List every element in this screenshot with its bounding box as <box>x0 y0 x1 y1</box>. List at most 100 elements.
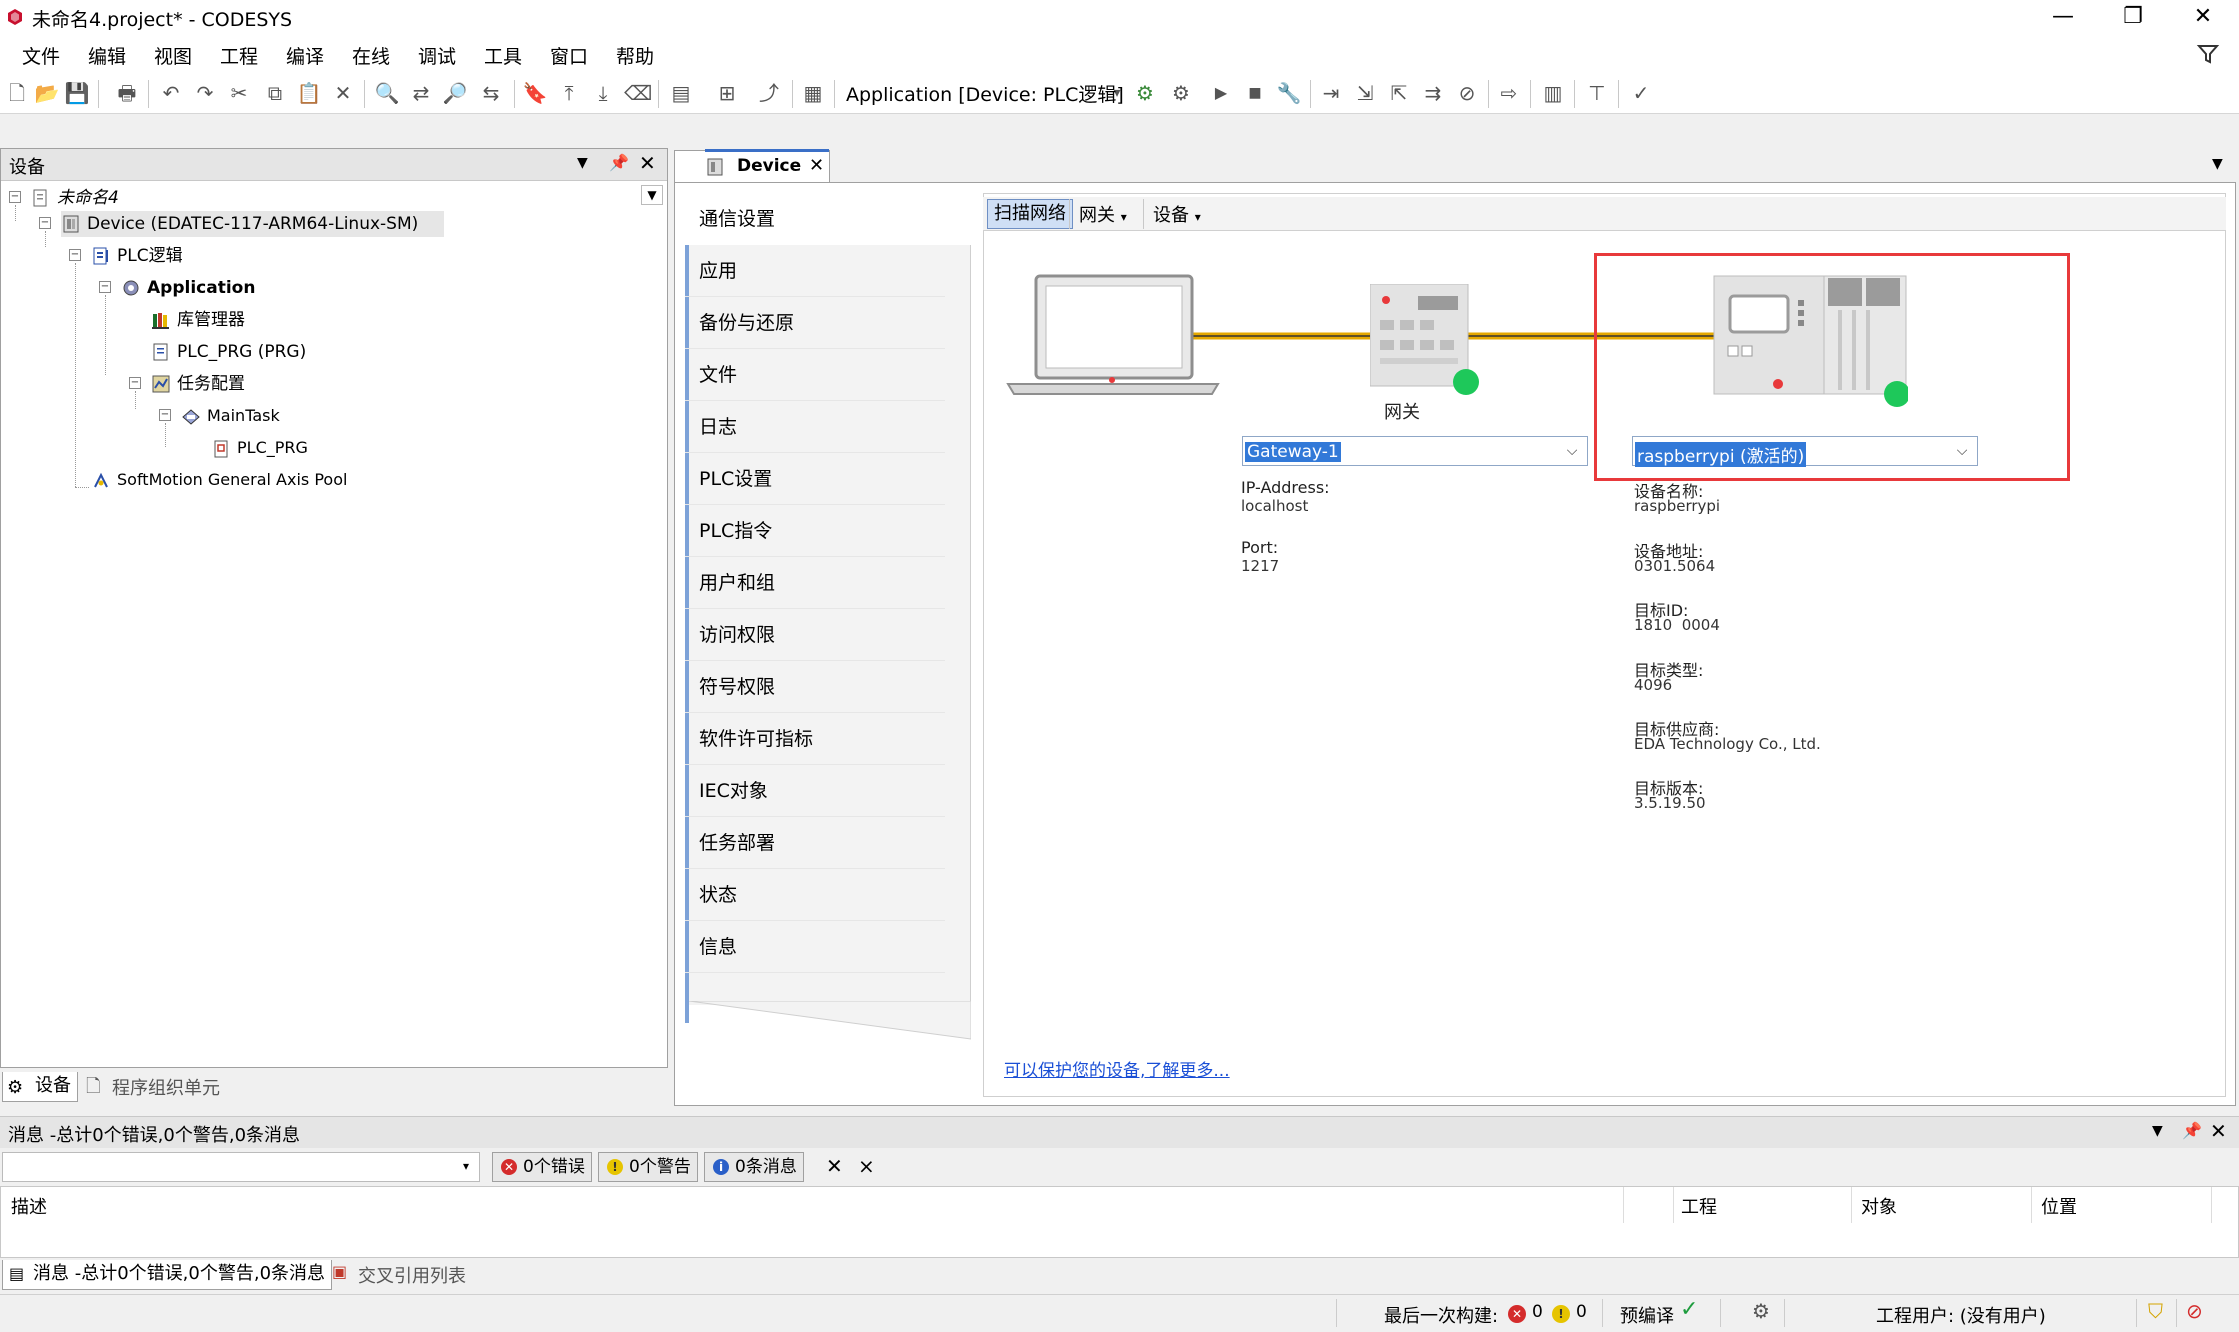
logout-icon[interactable]: ⚙ <box>1168 80 1194 106</box>
active-application-selector[interactable]: Application [Device: PLC逻辑] <box>846 80 1124 107</box>
nav-files[interactable]: 文件 <box>685 349 945 401</box>
cut-icon[interactable]: ✂ <box>226 80 252 106</box>
build-icon[interactable]: ▤ <box>668 80 694 106</box>
nav-applications[interactable]: 应用 <box>685 245 945 297</box>
bookmark-icon[interactable]: 🔖 <box>522 80 548 106</box>
connection-off-icon[interactable]: ⊘ <box>2186 1299 2203 1323</box>
protect-device-link[interactable]: 可以保护您的设备,了解更多... <box>1004 1056 1230 1081</box>
nav-symbol-rights[interactable]: 符号权限 <box>685 661 945 713</box>
menu-debug[interactable]: 调试 <box>418 42 456 69</box>
step-over-icon[interactable]: ⇥ <box>1318 80 1344 106</box>
filter-icon[interactable] <box>2196 42 2220 66</box>
close-window-button[interactable]: ✕ <box>2168 0 2238 36</box>
device-menu-button[interactable]: 设备 ▾ <box>1153 201 1201 227</box>
clear-all-icon[interactable]: ⨯ <box>858 1154 875 1178</box>
login-icon[interactable]: ⚙ <box>1132 80 1158 106</box>
tree-library-manager[interactable]: 库管理器 <box>151 307 245 333</box>
tab-cross-reference[interactable]: ▣ 交叉引用列表 <box>330 1262 466 1288</box>
menu-project[interactable]: 工程 <box>220 42 258 69</box>
nav-users-groups[interactable]: 用户和组 <box>685 557 945 609</box>
run-icon[interactable]: ▶ <box>1208 80 1234 106</box>
tree-main-task[interactable]: MainTask <box>181 403 280 429</box>
nav-plc-shell[interactable]: PLC指令 <box>685 505 945 557</box>
undo-icon[interactable]: ↶ <box>158 80 184 106</box>
collapse-icon[interactable]: − <box>9 191 21 203</box>
close-panel-icon[interactable]: ✕ <box>639 151 656 175</box>
tab-pou[interactable]: 🗋 程序组织单元 <box>84 1074 220 1100</box>
panel-dropdown-icon[interactable]: ▼ <box>577 155 588 171</box>
force-values-icon[interactable]: ▥ <box>1540 80 1566 106</box>
bookmark-next-icon[interactable]: ⤓ <box>590 80 616 106</box>
minimize-button[interactable]: — <box>2028 0 2098 36</box>
gateway-select[interactable]: Gateway-1 ⌵ <box>1242 436 1588 466</box>
menu-help[interactable]: 帮助 <box>616 42 654 69</box>
collapse-icon[interactable]: − <box>159 409 171 421</box>
step-into-icon[interactable]: ⇲ <box>1352 80 1378 106</box>
delete-icon[interactable]: ✕ <box>330 80 356 106</box>
nav-license-metrics[interactable]: 软件许可指标 <box>685 713 945 765</box>
tree-plc-prg[interactable]: PLC_PRG (PRG) <box>151 339 306 365</box>
unforce-icon[interactable]: ⊤ <box>1584 80 1610 106</box>
restore-button[interactable]: ❐ <box>2098 0 2168 36</box>
new-file-icon[interactable]: 🗋 <box>4 80 30 106</box>
tree-plc-logic[interactable]: PLC逻辑 <box>91 243 183 269</box>
nav-task-deployment[interactable]: 任务部署 <box>685 817 945 869</box>
column-position[interactable]: 位置 <box>2041 1193 2077 1219</box>
tab-devices[interactable]: ⚙ 设备 <box>2 1072 78 1102</box>
collapse-icon[interactable]: − <box>69 249 81 261</box>
find-icon[interactable]: 🔍 <box>374 80 400 106</box>
copy-icon[interactable]: ⧉ <box>262 80 288 106</box>
redo-icon[interactable]: ↷ <box>192 80 218 106</box>
paste-icon[interactable]: 📋 <box>296 80 322 106</box>
column-project[interactable]: 工程 <box>1681 1193 1717 1219</box>
messages-filter-button[interactable]: i 0条消息 <box>704 1152 804 1182</box>
add-object-icon[interactable]: ⊞ <box>714 80 740 106</box>
user-management-icon[interactable]: ⚙ <box>1752 1299 1770 1323</box>
pin-icon[interactable]: 📌 <box>609 153 629 172</box>
nav-log[interactable]: 日志 <box>685 401 945 453</box>
reset-icon[interactable]: 🔧 <box>1276 80 1302 106</box>
device-select[interactable]: raspberrypi (激活的) ⌵ <box>1632 436 1978 467</box>
breakpoint-icon[interactable]: ⊘ <box>1454 80 1480 106</box>
column-description[interactable]: 描述 <box>11 1193 47 1219</box>
step-out-icon[interactable]: ⇱ <box>1386 80 1412 106</box>
errors-filter-button[interactable]: ✕ 0个错误 <box>492 1152 592 1182</box>
menu-tools[interactable]: 工具 <box>484 42 522 69</box>
bookmark-clear-icon[interactable]: ⌫ <box>624 80 652 106</box>
nav-communication-settings[interactable]: 通信设置 <box>685 193 971 245</box>
security-shield-icon[interactable]: ⛉ <box>2148 1299 2163 1323</box>
menu-file[interactable]: 文件 <box>22 42 60 69</box>
close-panel-icon[interactable]: ✕ <box>2210 1119 2227 1143</box>
menu-view[interactable]: 视图 <box>154 42 192 69</box>
write-values-icon[interactable]: ⇨ <box>1496 80 1522 106</box>
editor-dropdown-icon[interactable]: ▼ <box>2212 156 2223 172</box>
nav-access-rights[interactable]: 访问权限 <box>685 609 945 661</box>
stop-icon[interactable]: ■ <box>1242 80 1268 106</box>
nav-information[interactable]: 信息 <box>685 921 945 973</box>
close-tab-icon[interactable]: ✕ <box>809 155 824 176</box>
tree-plc-prg-call[interactable]: PLC_PRG <box>211 435 308 461</box>
menu-edit[interactable]: 编辑 <box>88 42 126 69</box>
nav-iec-objects[interactable]: IEC对象 <box>685 765 945 817</box>
save-icon[interactable]: 💾 <box>64 80 90 106</box>
pin-icon[interactable]: 📌 <box>2182 1121 2202 1140</box>
warnings-filter-button[interactable]: ! 0个警告 <box>598 1152 698 1182</box>
tree-application[interactable]: Application <box>121 275 255 301</box>
tree-task-config[interactable]: 任务配置 <box>151 371 245 397</box>
menu-window[interactable]: 窗口 <box>550 42 588 69</box>
tree-dropdown-icon[interactable]: ▼ <box>641 185 663 205</box>
scan-network-button[interactable]: 扫描网络 <box>987 199 1073 229</box>
bookmark-prev-icon[interactable]: ⤒ <box>556 80 582 106</box>
find-replace-icon[interactable]: ⇆ <box>478 80 504 106</box>
message-source-select[interactable]: ▾ <box>2 1152 480 1182</box>
collapse-icon[interactable]: − <box>129 377 141 389</box>
tab-messages[interactable]: ▤ 消息 -总计0个错误,0个警告,0条消息 <box>2 1260 333 1290</box>
menu-online[interactable]: 在线 <box>352 42 390 69</box>
nav-plc-settings[interactable]: PLC设置 <box>685 453 945 505</box>
check-icon[interactable]: ✓ <box>1628 80 1654 106</box>
device-select-icon[interactable]: ▦ <box>800 80 826 106</box>
find-all-icon[interactable]: 🔎 <box>442 80 468 106</box>
panel-dropdown-icon[interactable]: ▼ <box>2152 1123 2163 1139</box>
menu-build[interactable]: 编译 <box>286 42 324 69</box>
nav-status[interactable]: 状态 <box>685 869 945 921</box>
